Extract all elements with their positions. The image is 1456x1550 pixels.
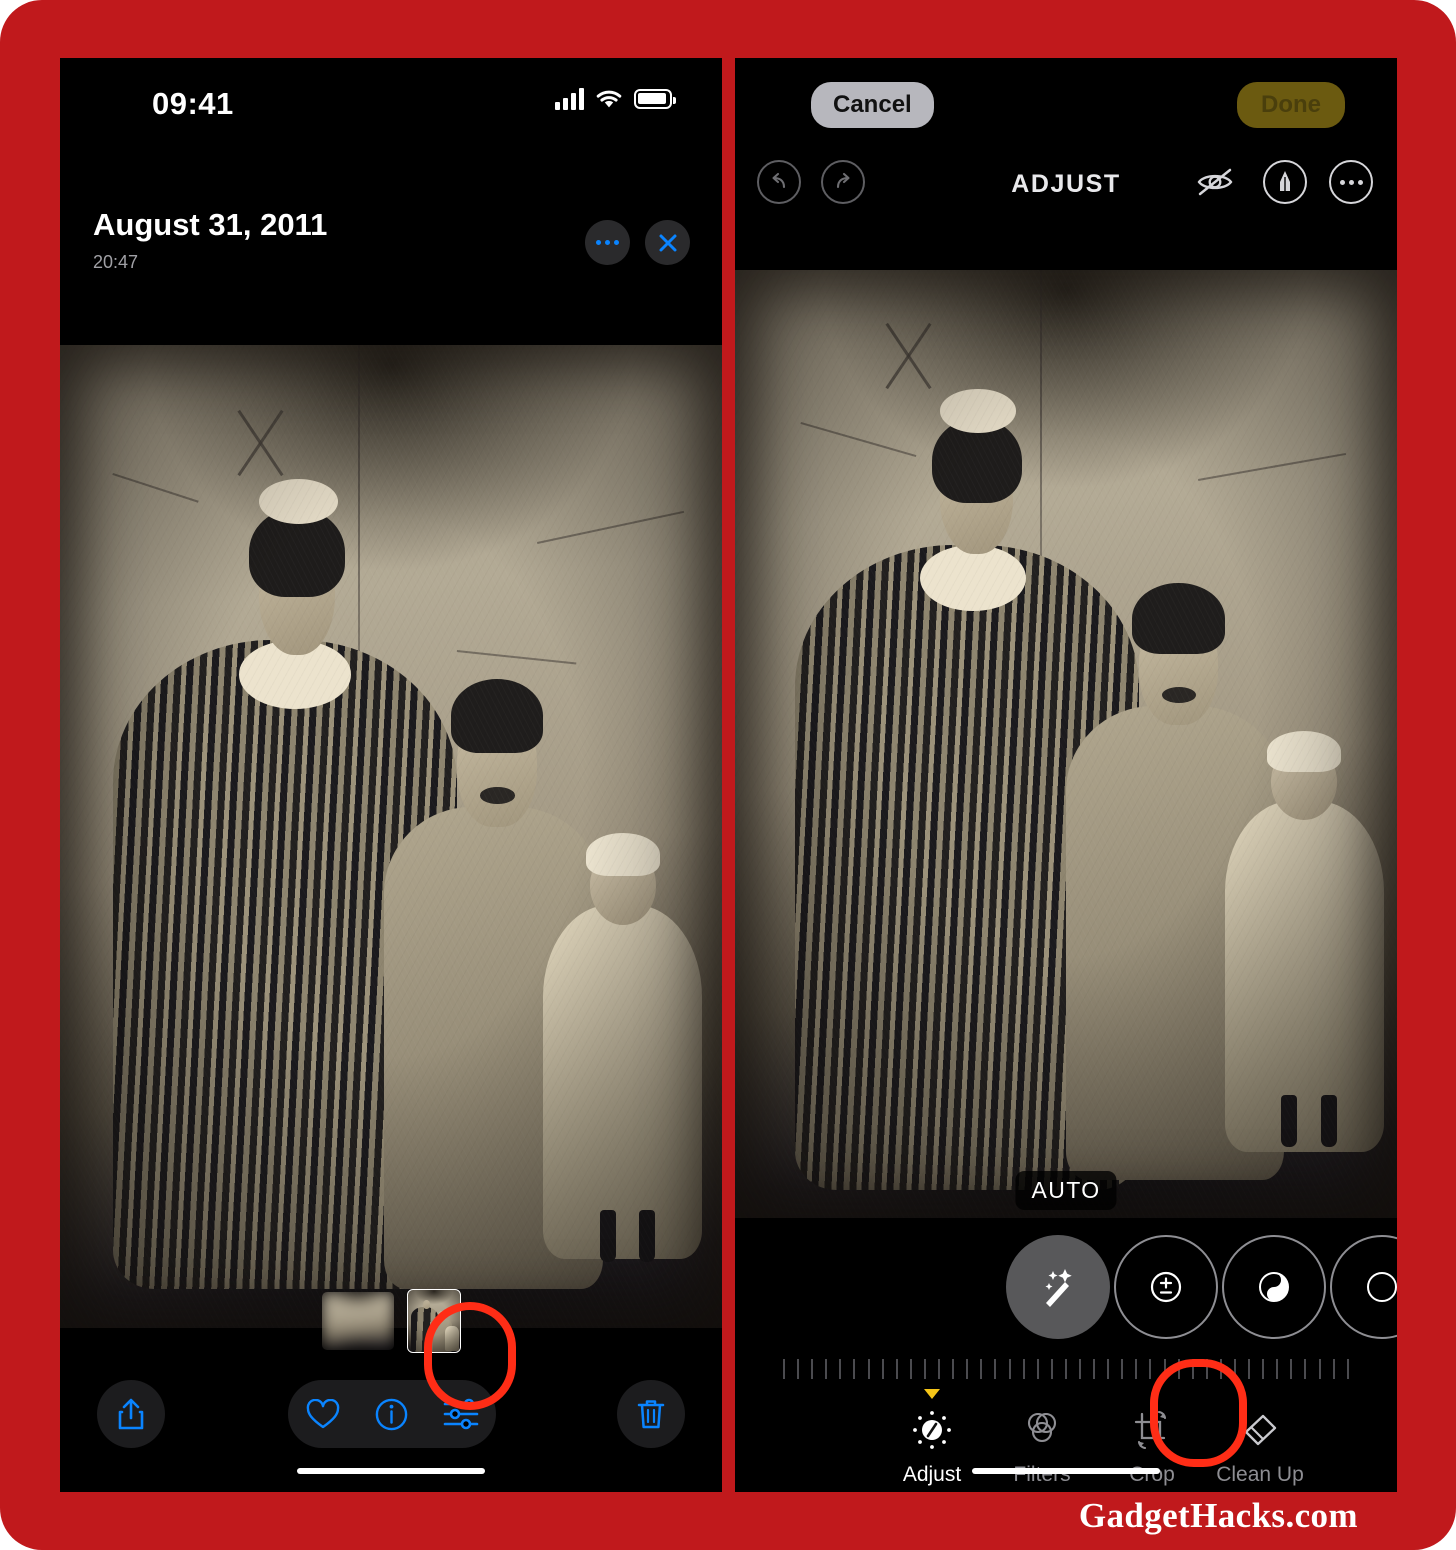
photo-edge-shadow	[735, 270, 1397, 1218]
undo-arrow-icon	[772, 172, 786, 189]
brilliance-button[interactable]	[1222, 1235, 1326, 1339]
adjust-tool-row	[735, 1235, 1397, 1343]
active-tab-marker	[924, 1389, 940, 1399]
highlights-button[interactable]	[1330, 1235, 1397, 1339]
eye-slash-icon	[1197, 168, 1233, 196]
home-indicator-left	[297, 1468, 485, 1474]
cellular-signal-icon	[555, 88, 584, 110]
home-indicator-right	[972, 1468, 1160, 1474]
ellipsis-icon	[596, 240, 619, 245]
redo-arrow-icon	[836, 172, 850, 189]
photo-date: August 31, 2011	[93, 207, 328, 242]
status-bar-icons	[555, 88, 676, 110]
close-x-icon	[659, 234, 676, 251]
edit-adjust-button[interactable]	[426, 1398, 495, 1430]
edit-more-button[interactable]	[1329, 160, 1373, 204]
more-circle	[1329, 160, 1373, 204]
redo-button[interactable]	[821, 160, 865, 204]
markup-pen-icon	[1280, 171, 1290, 191]
brilliance-circle-icon	[1259, 1272, 1289, 1302]
auto-enhance-button[interactable]	[1006, 1235, 1110, 1339]
tab-filters[interactable]: Filters	[987, 1406, 1097, 1487]
more-options-button[interactable]	[585, 220, 630, 265]
ellipsis-circle-icon	[1339, 179, 1363, 185]
photo-tool-pill	[288, 1380, 496, 1448]
favorite-button[interactable]	[288, 1398, 357, 1430]
markup-button[interactable]	[1263, 160, 1307, 204]
photo-editor-canvas[interactable]	[735, 270, 1397, 1218]
tab-adjust[interactable]: Adjust	[877, 1389, 987, 1487]
photo-action-bar	[60, 1368, 722, 1460]
adjust-dial-icon	[913, 1411, 951, 1449]
photo-header: August 31, 2011 20:47	[60, 132, 722, 345]
cleanup-eraser-icon	[1244, 1414, 1277, 1446]
tab-crop-label: Crop	[1129, 1463, 1175, 1486]
info-circle-icon	[375, 1398, 408, 1430]
thumbnail-strip[interactable]	[60, 1281, 722, 1361]
auto-badge: AUTO	[1015, 1171, 1117, 1210]
photo-viewer[interactable]	[60, 345, 722, 1328]
share-up-arrow-icon	[118, 1398, 144, 1430]
blurred-thumbnail[interactable]	[322, 1292, 394, 1350]
adjust-value-slider[interactable]	[783, 1352, 1349, 1386]
portrait-thumbnail[interactable]	[407, 1289, 461, 1353]
poster-background: 09:41 August 31, 2011 20:47 Cancel Done …	[0, 0, 1456, 1550]
tab-clean-up-label: Clean Up	[1216, 1463, 1304, 1486]
crop-rotate-icon	[1134, 1410, 1167, 1450]
tab-crop[interactable]: Crop	[1097, 1406, 1207, 1487]
undo-circle	[757, 160, 801, 204]
left-phone-screen: 09:41 August 31, 2011 20:47	[60, 58, 722, 1492]
photo-edge-shadow	[60, 345, 722, 1328]
done-button[interactable]: Done	[1237, 82, 1345, 128]
heart-icon	[306, 1398, 339, 1428]
magic-wand-icon	[1045, 1269, 1072, 1307]
tab-filters-label: Filters	[1013, 1463, 1071, 1486]
status-bar: 09:41	[60, 58, 722, 132]
tab-clean-up[interactable]: Clean Up	[1205, 1406, 1315, 1487]
edit-toolbar: ADJUST	[735, 152, 1397, 226]
photo-time: 20:47	[93, 252, 139, 272]
editor-tab-bar: Adjust Filters Crop Clean Up	[735, 1389, 1397, 1492]
wifi-icon	[596, 90, 622, 107]
info-button[interactable]	[357, 1398, 426, 1431]
exposure-plus-minus-icon	[1150, 1271, 1182, 1303]
trash-icon	[637, 1400, 665, 1429]
delete-button[interactable]	[617, 1380, 685, 1448]
battery-full-icon	[634, 89, 676, 109]
status-bar-time: 09:41	[152, 86, 234, 121]
share-button[interactable]	[97, 1380, 165, 1448]
redo-circle	[821, 160, 865, 204]
right-phone-screen: Cancel Done ADJUST AUTO Adjust Filters C…	[735, 58, 1397, 1492]
hide-original-button[interactable]	[1193, 162, 1237, 202]
watermark: GadgetHacks.com	[1078, 1496, 1358, 1535]
undo-button[interactable]	[757, 160, 801, 204]
highlights-icon	[1367, 1272, 1397, 1302]
sliders-adjust-icon	[443, 1398, 478, 1430]
cancel-button[interactable]: Cancel	[811, 82, 934, 128]
markup-circle	[1263, 160, 1307, 204]
filters-circles-icon	[1027, 1412, 1057, 1443]
exposure-button[interactable]	[1114, 1235, 1218, 1339]
tab-adjust-label: Adjust	[902, 1463, 962, 1486]
close-button[interactable]	[645, 220, 690, 265]
